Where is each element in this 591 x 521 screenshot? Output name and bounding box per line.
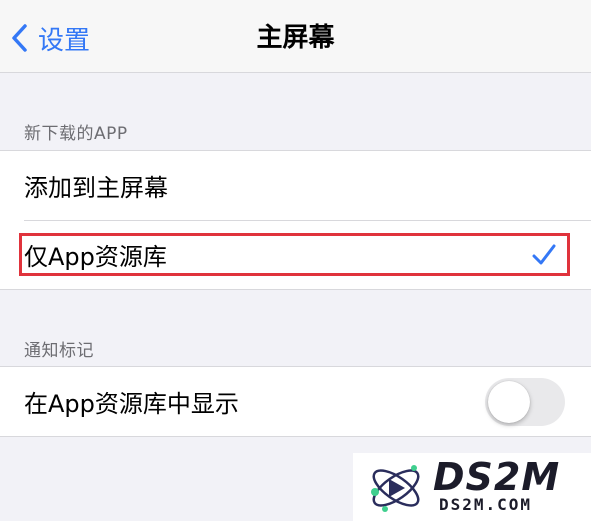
option-label: 添加到主屏幕 — [24, 174, 168, 202]
checkmark-icon — [531, 242, 557, 268]
atom-logo-icon — [371, 465, 420, 512]
navigation-bar: 设置 主屏幕 — [0, 0, 591, 73]
badges-group: 在App资源库中显示 — [0, 366, 591, 437]
new-apps-group: 添加到主屏幕 仅App资源库 — [0, 150, 591, 290]
watermark-domain: DS2M.COM — [439, 495, 533, 514]
show-in-library-toggle[interactable] — [485, 378, 565, 426]
option-add-to-home-screen[interactable]: 添加到主屏幕 — [0, 151, 591, 220]
option-app-library-only[interactable]: 仅App资源库 — [0, 220, 591, 289]
page-title: 主屏幕 — [256, 23, 335, 53]
section-header-new-apps: 新下载的APP — [24, 124, 128, 144]
watermark: DS2M DS2M.COM — [353, 453, 591, 521]
option-label: 仅App资源库 — [24, 243, 167, 271]
show-in-library-row: 在App资源库中显示 — [0, 367, 591, 436]
toggle-knob — [488, 381, 530, 423]
section-header-badges: 通知标记 — [24, 341, 94, 361]
show-in-library-label: 在App资源库中显示 — [24, 390, 239, 418]
watermark-brand: DS2M — [433, 455, 561, 499]
